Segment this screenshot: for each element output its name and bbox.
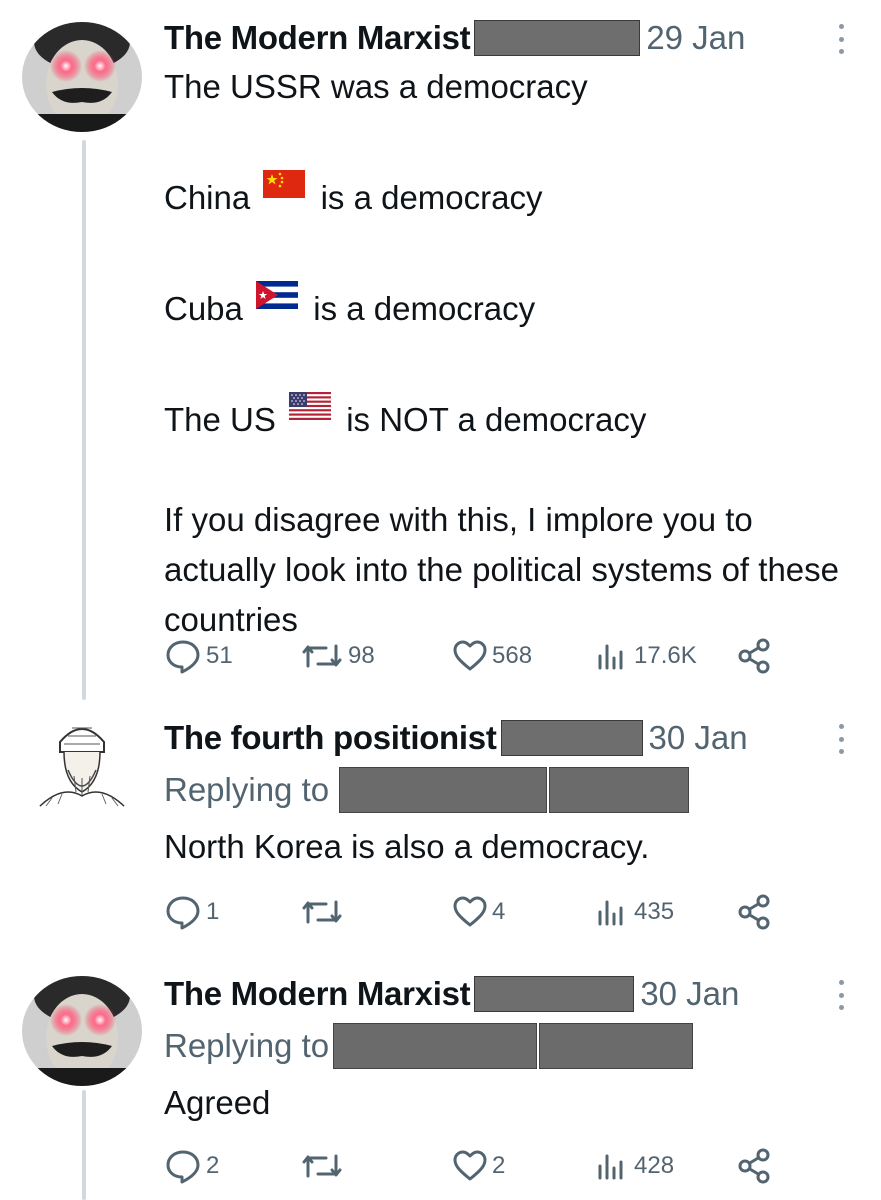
- text-line: The US is NOT a democracy: [164, 384, 854, 445]
- text-line: Agreed: [164, 1084, 271, 1121]
- reply-count: 2: [206, 1152, 220, 1179]
- reply-button[interactable]: 2: [164, 1146, 219, 1186]
- reply-button[interactable]: 1: [164, 892, 219, 932]
- tweet-text: The USSR was a democracy China is a demo…: [164, 62, 854, 645]
- text-line: Cuba is a democracy: [164, 273, 854, 334]
- like-button[interactable]: 2: [452, 1146, 505, 1186]
- like-icon: [453, 640, 487, 671]
- views-count: 435: [634, 898, 675, 925]
- like-count: 568: [492, 642, 533, 669]
- tweet-text: Agreed: [164, 1078, 854, 1128]
- replying-label: Replying to: [164, 771, 330, 808]
- retweet-icon: [302, 644, 342, 668]
- retweet-count: 98: [348, 642, 375, 669]
- views-button[interactable]: 428: [594, 1146, 674, 1186]
- like-icon: [453, 1150, 487, 1181]
- share-icon: [738, 1148, 770, 1184]
- retweet-button[interactable]: [300, 1146, 344, 1186]
- views-icon: [598, 900, 623, 926]
- views-button[interactable]: 435: [594, 892, 674, 932]
- tweet-header: The Modern Marxist 30 Jan: [164, 972, 854, 1016]
- text-line: The USSR was a democracy: [164, 68, 588, 105]
- like-button[interactable]: 568: [452, 636, 532, 676]
- reply-button[interactable]: 51: [164, 636, 233, 676]
- more-icon[interactable]: [837, 724, 845, 754]
- avatar[interactable]: [22, 976, 142, 1086]
- text-line: If you disagree with this, I implore you…: [164, 501, 840, 638]
- reply-icon: [166, 640, 200, 674]
- replying-label: Replying to: [164, 1027, 330, 1064]
- share-button[interactable]: [736, 636, 774, 676]
- views-icon: [598, 644, 623, 670]
- tweet-actions: 2 2 428: [164, 1146, 784, 1186]
- more-icon[interactable]: [837, 980, 845, 1010]
- reply-icon: [166, 1150, 200, 1184]
- tweet-date[interactable]: 29 Jan: [646, 19, 745, 57]
- reply-count: 51: [206, 642, 233, 669]
- more-icon[interactable]: [837, 24, 845, 54]
- china-flag-icon: [263, 162, 306, 212]
- reply-count: 1: [206, 898, 220, 925]
- display-name[interactable]: The fourth positionist: [164, 719, 497, 757]
- reply-icon: [166, 896, 200, 930]
- views-icon: [598, 1154, 623, 1180]
- like-count: 2: [492, 1152, 506, 1179]
- redacted-mention[interactable]: [333, 1023, 538, 1069]
- share-button[interactable]: [736, 1146, 774, 1186]
- thread-line: [82, 140, 86, 700]
- retweet-icon: [302, 900, 342, 924]
- avatar[interactable]: [22, 712, 142, 822]
- text-line: China is a democracy: [164, 162, 854, 223]
- redacted-mention[interactable]: [539, 1023, 694, 1069]
- text-line: North Korea is also a democracy.: [164, 828, 650, 865]
- views-count: 428: [634, 1152, 675, 1179]
- tweet-header: The fourth positionist 30 Jan: [164, 716, 854, 760]
- share-icon: [738, 894, 770, 930]
- like-button[interactable]: 4: [452, 892, 505, 932]
- replying-to: Replying to: [164, 766, 690, 814]
- avatar[interactable]: [22, 22, 142, 132]
- redacted-handle: [500, 720, 643, 756]
- tweet-date[interactable]: 30 Jan: [640, 975, 739, 1013]
- display-name[interactable]: The Modern Marxist: [164, 19, 471, 57]
- retweet-button[interactable]: [300, 892, 344, 932]
- share-icon: [738, 638, 770, 674]
- tweet-actions: 51 98 568 17.6K: [164, 636, 784, 676]
- cuba-flag-icon: [256, 273, 299, 323]
- retweet-icon: [302, 1154, 342, 1178]
- redacted-mention[interactable]: [339, 767, 548, 813]
- retweet-button[interactable]: 98: [300, 636, 375, 676]
- us-flag-icon: [289, 384, 332, 434]
- replying-to: Replying to: [164, 1022, 694, 1070]
- tweet-actions: 1 4 435: [164, 892, 784, 932]
- redacted-handle: [474, 20, 641, 56]
- tweet-text: North Korea is also a democracy.: [164, 822, 854, 872]
- redacted-mention[interactable]: [549, 767, 690, 813]
- thread-line: [82, 1090, 86, 1200]
- tweet-date[interactable]: 30 Jan: [649, 719, 748, 757]
- display-name[interactable]: The Modern Marxist: [164, 975, 471, 1013]
- like-count: 4: [492, 898, 506, 925]
- views-button[interactable]: 17.6K: [594, 636, 697, 676]
- tweet-header: The Modern Marxist 29 Jan: [164, 16, 854, 60]
- views-count: 17.6K: [634, 642, 697, 669]
- share-button[interactable]: [736, 892, 774, 932]
- redacted-handle: [474, 976, 635, 1012]
- like-icon: [453, 896, 487, 927]
